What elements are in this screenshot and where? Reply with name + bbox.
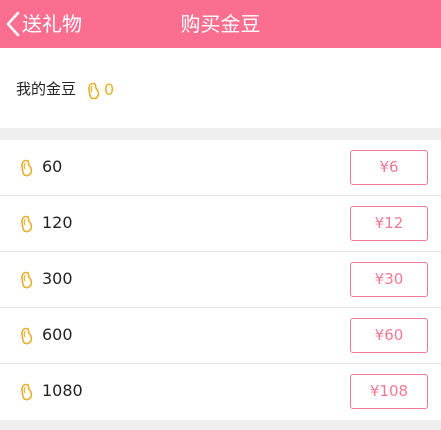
price-button[interactable]: ¥6 <box>350 150 428 185</box>
package-amount: 1080 <box>42 381 83 400</box>
package-row: 120 ¥12 <box>0 196 441 252</box>
package-list: 60 ¥6 120 ¥12 300 ¥30 600 ¥60 1080 ¥108 <box>0 140 441 420</box>
price-button[interactable]: ¥108 <box>350 374 428 409</box>
package-row: 60 ¥6 <box>0 140 441 196</box>
package-row: 1080 ¥108 <box>0 364 441 420</box>
package-amount: 600 <box>42 325 73 344</box>
package-row: 600 ¥60 <box>0 308 441 364</box>
package-row: 300 ¥30 <box>0 252 441 308</box>
top-bar: 送礼物 购买金豆 <box>0 0 441 48</box>
chevron-left-icon <box>6 11 20 37</box>
package-amount: 120 <box>42 213 73 232</box>
gold-bean-icon <box>21 215 33 233</box>
gold-bean-icon <box>21 271 33 289</box>
price-button[interactable]: ¥60 <box>350 318 428 353</box>
back-button[interactable]: 送礼物 <box>6 0 82 48</box>
gold-bean-icon <box>21 383 33 401</box>
package-amount: 60 <box>42 157 63 176</box>
back-label: 送礼物 <box>22 12 82 36</box>
balance-section: 我的金豆 0 <box>0 48 441 128</box>
gold-bean-icon <box>88 82 100 100</box>
balance-label: 我的金豆 <box>16 80 77 98</box>
package-amount: 300 <box>42 269 73 288</box>
gold-bean-icon <box>21 327 33 345</box>
price-button[interactable]: ¥30 <box>350 262 428 297</box>
price-button[interactable]: ¥12 <box>350 206 428 241</box>
balance-value: 0 <box>104 80 115 99</box>
gold-bean-icon <box>21 159 33 177</box>
